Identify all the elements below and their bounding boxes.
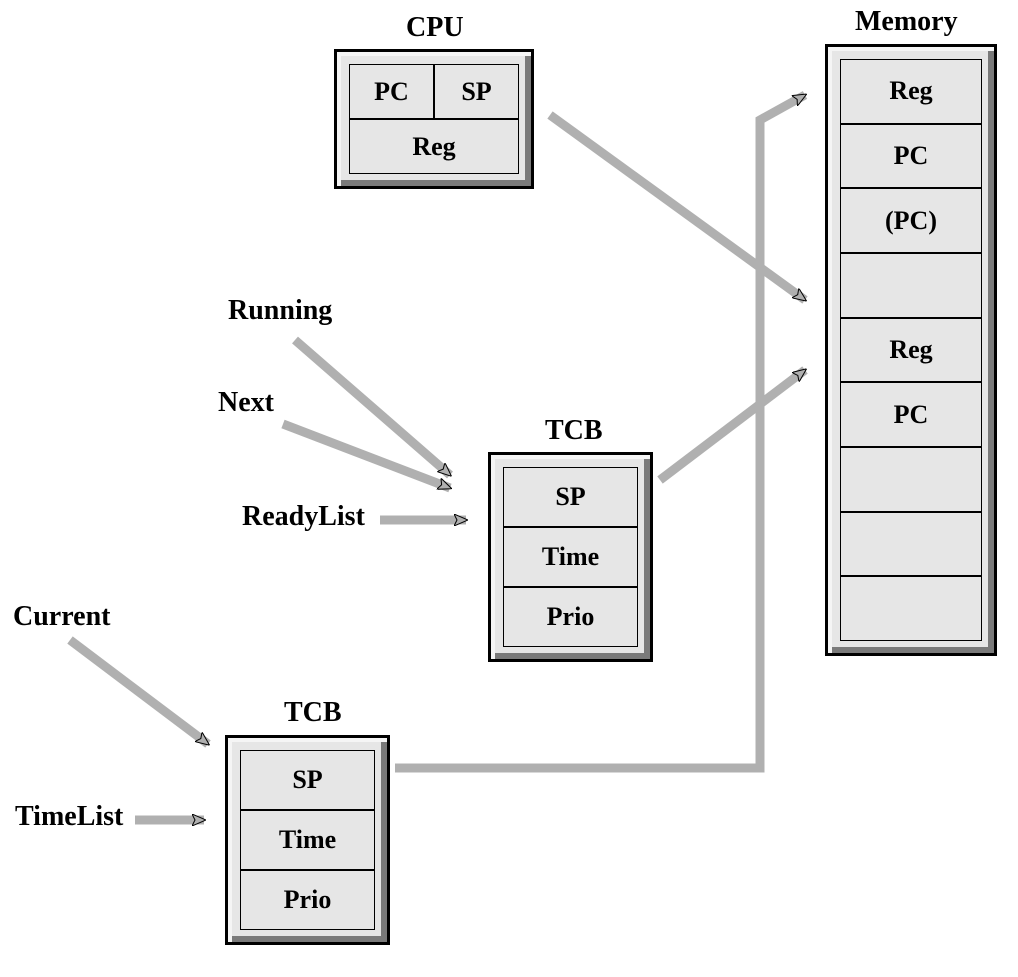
running-label: Running [228, 295, 332, 327]
tcb2-time-cell: Time [240, 810, 375, 870]
memory-cell-0: Reg [840, 59, 982, 124]
memory-cell-2: (PC) [840, 188, 982, 253]
cpu-reg-cell: Reg [349, 119, 519, 174]
memory-cell-8 [840, 576, 982, 641]
memory-cell-4: Reg [840, 318, 982, 383]
memory-title: Memory [855, 6, 958, 38]
cpu-pc-cell: PC [349, 64, 434, 119]
memory-cell-7 [840, 512, 982, 577]
tcb2-box: SP Time Prio [225, 735, 390, 945]
arrow-next [283, 424, 450, 488]
tcb1-time-cell: Time [503, 527, 638, 587]
tcb2-sp-cell: SP [240, 750, 375, 810]
tcb1-title: TCB [545, 415, 603, 447]
cpu-box: PC SP Reg [334, 49, 534, 189]
current-label: Current [13, 601, 110, 633]
timelist-label: TimeList [15, 801, 123, 833]
cpu-sp-cell: SP [434, 64, 519, 119]
tcb2-title: TCB [284, 697, 342, 729]
readylist-label: ReadyList [242, 501, 365, 533]
memory-box: RegPC(PC)RegPC [825, 44, 997, 656]
arrow-cpu-memory [550, 115, 805, 300]
memory-cell-6 [840, 447, 982, 512]
tcb1-sp-cell: SP [503, 467, 638, 527]
tcb1-prio-cell: Prio [503, 587, 638, 647]
arrow-tcb1-memory [660, 370, 805, 480]
tcb1-box: SP Time Prio [488, 452, 653, 662]
memory-cell-1: PC [840, 124, 982, 189]
tcb2-prio-cell: Prio [240, 870, 375, 930]
cpu-title: CPU [406, 12, 464, 44]
next-label: Next [218, 387, 274, 419]
memory-cell-5: PC [840, 382, 982, 447]
arrow-current [70, 640, 208, 744]
arrow-running [295, 340, 450, 475]
memory-cell-3 [840, 253, 982, 318]
